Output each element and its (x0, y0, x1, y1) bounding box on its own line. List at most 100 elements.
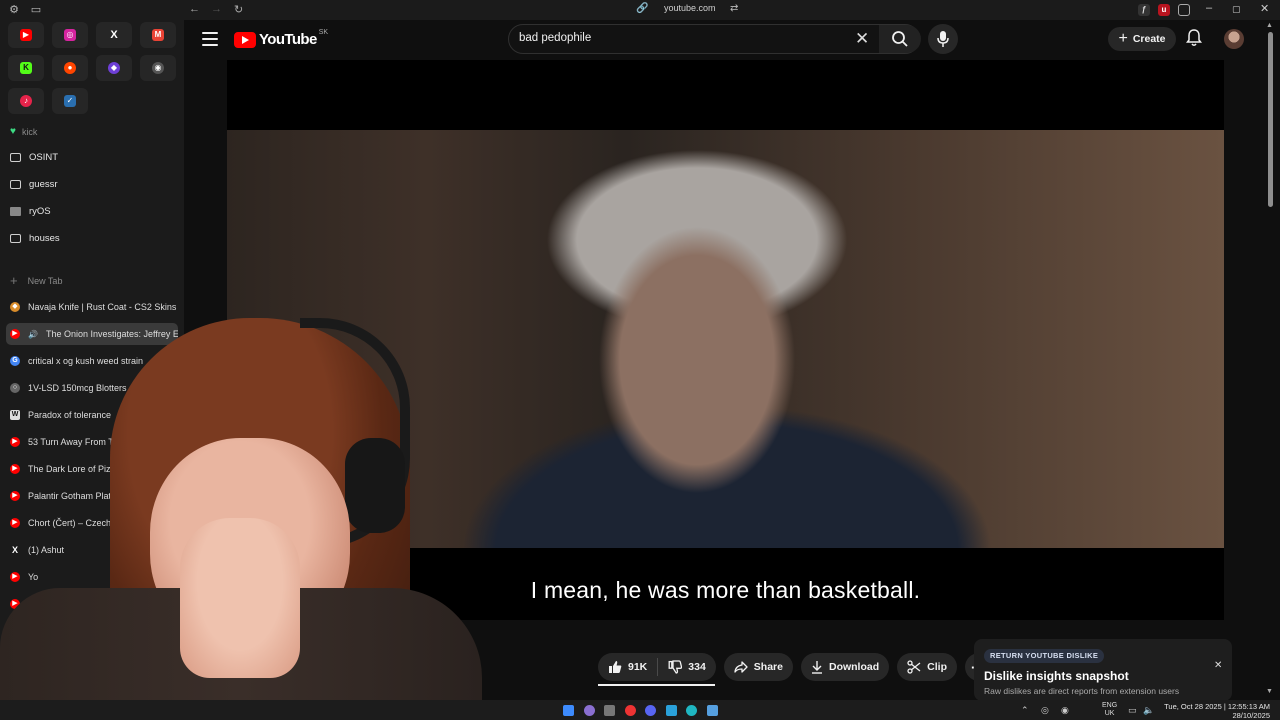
pinned-circle-app[interactable]: ◉ (140, 55, 176, 81)
share-label: Share (753, 661, 783, 673)
scrollbar-thumb[interactable] (1268, 32, 1273, 207)
music-icon: ♪ (20, 95, 32, 107)
folder-label: houses (29, 232, 60, 244)
settings-icon[interactable] (707, 705, 718, 716)
app-page-icon (10, 206, 21, 216)
tab-title: Navaja Knife | Rust Coat - CS2 Skins (28, 302, 177, 312)
pinned-steam[interactable]: ✓ (52, 88, 88, 114)
clear-search-icon[interactable]: ✕ (855, 30, 869, 48)
pinned-kick[interactable]: K (8, 55, 44, 81)
pinned-gmail[interactable]: M (140, 22, 176, 48)
forward-icon[interactable]: → (211, 3, 222, 15)
share-icon (734, 661, 748, 673)
download-button[interactable]: Download (800, 653, 890, 681)
ublock-icon[interactable]: u (1158, 4, 1170, 16)
network-icon[interactable]: ▭ (1128, 705, 1137, 715)
scroll-down-icon[interactable]: ▼ (1266, 688, 1273, 695)
plus-icon: + (1118, 30, 1128, 47)
sidebar-panel-icon[interactable] (1178, 4, 1190, 16)
pinned-app[interactable]: ◆ (96, 55, 132, 81)
new-tab-button[interactable]: + New Tab (10, 273, 62, 288)
extension-badge: RETURN YOUTUBE DISLIKE (984, 649, 1105, 663)
close-window-icon[interactable]: ✕ (1260, 2, 1269, 15)
folder-houses[interactable]: houses (8, 226, 178, 250)
x-app-icon[interactable] (604, 705, 615, 716)
tray-chevron-icon[interactable]: ⌃ (1021, 705, 1029, 715)
address-bar[interactable]: youtube.com (664, 3, 716, 13)
new-tab-label: New Tab (27, 275, 63, 286)
language-indicator[interactable]: ENG UK (1102, 702, 1117, 718)
search-input[interactable] (519, 32, 839, 44)
link-icon[interactable]: 🔗 (636, 3, 648, 14)
arc-menu-icon[interactable]: ⚙ (8, 4, 20, 16)
tray-app-icon[interactable]: ◎ (1041, 705, 1049, 715)
steam-icon: ✓ (64, 95, 76, 107)
folder-osint[interactable]: OSINT (8, 145, 178, 169)
cs2-favicon-icon: ◆ (10, 302, 20, 312)
windows-taskbar: ⌃ ◎ ◉ ENG UK ▭ 🔈 Tue, Oct 28 2025 | 12:55… (0, 700, 1280, 720)
search-button[interactable] (879, 25, 921, 53)
volume-icon[interactable]: 🔈 (1143, 705, 1154, 715)
app-icon[interactable] (584, 705, 595, 716)
folder-ryos[interactable]: ryOS (8, 199, 178, 223)
telegram-icon[interactable] (666, 705, 677, 716)
avatar[interactable] (1224, 29, 1244, 49)
scroll-up-icon[interactable]: ▲ (1266, 22, 1273, 29)
youtube-play-icon (234, 31, 256, 48)
download-icon (811, 661, 822, 674)
folder-icon (10, 179, 21, 189)
scissors-icon (907, 660, 921, 674)
close-icon[interactable]: ✕ (1214, 660, 1222, 671)
folder-label: guessr (29, 178, 58, 190)
plus-icon: + (10, 273, 18, 288)
headphone-cup (345, 438, 405, 533)
pinned-instagram[interactable]: ◎ (52, 22, 88, 48)
sidebar-kick-item[interactable]: ♥ kick (10, 126, 37, 137)
reload-icon[interactable]: ↻ (234, 3, 243, 16)
streamer-hand (180, 518, 300, 678)
pinned-youtube[interactable]: ▶ (8, 22, 44, 48)
gmail-icon: M (152, 29, 164, 41)
pinned-reddit[interactable]: ● (52, 55, 88, 81)
folder-icon (10, 233, 21, 243)
date-time: Tue, Oct 28 2025 | 12:55:13 AM (1164, 702, 1270, 711)
maximize-icon[interactable]: ▢ (1232, 4, 1241, 15)
thumbs-down-icon (668, 660, 683, 674)
instagram-icon: ◎ (64, 29, 76, 41)
extension-f-icon[interactable]: ƒ (1138, 4, 1150, 16)
youtube-logo[interactable]: YouTube SK (234, 29, 328, 48)
back-icon[interactable]: ← (189, 3, 200, 15)
reddit-icon: ● (64, 62, 76, 74)
tray-app2-icon[interactable]: ◉ (1061, 705, 1069, 715)
discord-icon[interactable] (645, 705, 656, 716)
lang-code: ENG (1102, 702, 1118, 709)
clip-button[interactable]: Clip (897, 653, 957, 681)
sidebar-toggle-icon[interactable]: ▭ (30, 4, 42, 16)
opera-icon[interactable] (625, 705, 636, 716)
like-button[interactable]: 91K (598, 660, 657, 674)
pinned-x[interactable]: X (96, 22, 132, 48)
menu-icon[interactable] (202, 32, 218, 46)
voice-search-button[interactable] (928, 24, 958, 54)
dislike-count: 334 (688, 661, 706, 673)
folder-guessr[interactable]: guessr (8, 172, 178, 196)
search-icon (892, 31, 908, 47)
create-label: Create (1132, 33, 1166, 45)
microphone-icon (937, 31, 949, 47)
notifications-bell-icon[interactable] (1186, 29, 1202, 47)
share-button[interactable]: Share (723, 653, 793, 681)
dislike-card-title: Dislike insights snapshot (984, 669, 1129, 683)
dislike-card-subtitle: Raw dislikes are direct reports from ext… (984, 686, 1180, 696)
minimize-icon[interactable]: – (1206, 2, 1212, 14)
pinned-music[interactable]: ♪ (8, 88, 44, 114)
clock[interactable]: Tue, Oct 28 2025 | 12:55:13 AM 28/10/2025 (1164, 702, 1270, 720)
tab-item[interactable]: ◆ Navaja Knife | Rust Coat - CS2 Skins (6, 296, 178, 318)
site-settings-icon[interactable]: ⇄ (730, 3, 738, 14)
create-button[interactable]: + Create (1108, 27, 1176, 51)
browser-toolbar: ← → ↻ 🔗 youtube.com ⇄ ƒ u – ▢ ✕ (184, 0, 1280, 20)
edge-icon[interactable] (686, 705, 697, 716)
app-icon: ◆ (108, 62, 120, 74)
dislike-button[interactable]: 334 (658, 660, 716, 674)
start-icon[interactable] (563, 705, 574, 716)
kick-icon: K (20, 62, 32, 74)
